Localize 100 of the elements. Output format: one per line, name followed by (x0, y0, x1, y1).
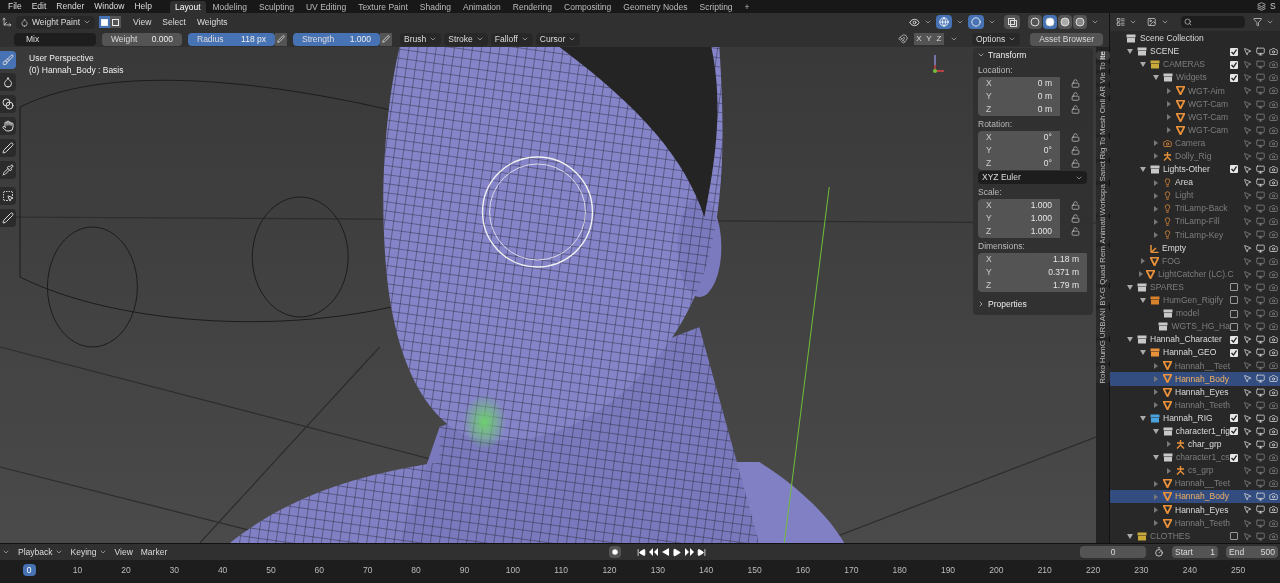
slider-field[interactable]: Strength 1.000 (293, 32, 380, 46)
expanded-triangle-icon[interactable] (1153, 455, 1159, 461)
workspace-tab[interactable]: UV Editing (300, 0, 352, 13)
expanded-triangle-icon[interactable] (1140, 350, 1146, 356)
outliner-row[interactable]: LightCatcher (LC).C (1110, 267, 1280, 281)
workspace-tab[interactable]: Scripting (694, 0, 738, 13)
sidebar-tab[interactable]: AR (1095, 85, 1110, 97)
checkbox[interactable] (1230, 283, 1238, 292)
outliner-row[interactable]: WGT-Cam (1110, 97, 1280, 111)
expanded-triangle-icon[interactable] (1127, 533, 1133, 539)
collapsed-triangle-icon[interactable] (1153, 520, 1158, 526)
workspace-tab[interactable]: Modeling (207, 0, 252, 13)
camera-icon[interactable] (1269, 413, 1278, 423)
outliner-row[interactable]: Empty (1110, 241, 1280, 255)
outliner-row[interactable]: Hannah_GEO (1110, 346, 1280, 360)
checkbox[interactable] (1230, 296, 1238, 305)
expanded-triangle-icon[interactable] (1140, 62, 1146, 68)
lock-icon[interactable] (1071, 79, 1080, 88)
number-field[interactable]: Y 0° (978, 144, 1060, 157)
panel-title[interactable]: Transform (988, 48, 1027, 62)
display-mode-icon[interactable] (1116, 17, 1126, 27)
outliner-row[interactable]: TriLamp-Fill (1110, 215, 1280, 229)
record-button[interactable] (609, 546, 622, 558)
checkbox[interactable] (1230, 165, 1238, 174)
header-menu[interactable]: Weights (196, 15, 228, 29)
lock-icon[interactable] (1071, 214, 1080, 223)
overlay-toggle[interactable] (968, 15, 984, 29)
expand-icon[interactable] (977, 300, 985, 308)
camera-icon[interactable] (1269, 243, 1278, 253)
number-field[interactable]: Y 1.000 (978, 212, 1060, 225)
play-icon[interactable] (672, 547, 682, 557)
outliner-row[interactable]: Hannah__Teet (1110, 477, 1280, 491)
collapsed-triangle-icon[interactable] (1167, 101, 1171, 107)
outliner-row[interactable]: Lights-Other (1110, 162, 1280, 177)
number-field[interactable]: Z 0 m (978, 103, 1060, 116)
checkbox[interactable] (1230, 453, 1238, 462)
visibility-icon[interactable] (909, 16, 920, 28)
tool-button[interactable] (0, 95, 16, 113)
current-frame-field[interactable]: 0 (1080, 546, 1146, 558)
outliner-row[interactable]: WGTS_HG_Ha (1110, 320, 1280, 334)
outliner-row[interactable]: character1_cs (1110, 451, 1280, 465)
outliner-row[interactable]: CLOTHES (1110, 529, 1280, 543)
lock-icon[interactable] (1071, 146, 1080, 155)
tool-button[interactable] (0, 117, 16, 135)
monitor-icon[interactable] (1256, 492, 1265, 502)
outliner-row[interactable]: character1_rig (1110, 424, 1280, 438)
end-frame-field[interactable]: End 500 (1226, 546, 1278, 558)
number-field[interactable]: X 0° (978, 131, 1060, 144)
monitor-icon[interactable] (1256, 243, 1265, 253)
outliner-row[interactable]: Area (1110, 176, 1280, 190)
monitor-icon[interactable] (1256, 413, 1265, 423)
number-field[interactable]: X 1.000 (978, 199, 1060, 212)
outliner-row[interactable]: Hannah_Body (1110, 490, 1280, 504)
menu-item[interactable]: Edit (31, 0, 47, 13)
sidebar-tab[interactable]: Vie (1095, 72, 1110, 84)
number-field[interactable]: Y 0 m (978, 90, 1060, 103)
camera-icon[interactable] (1269, 165, 1278, 174)
lock-icon[interactable] (1071, 133, 1080, 142)
stopwatch-icon[interactable] (1154, 547, 1164, 557)
number-field[interactable]: Z 0° (978, 157, 1060, 170)
axis-gizmo-icon[interactable] (932, 53, 946, 75)
camera-icon[interactable] (1269, 374, 1278, 384)
outliner-row[interactable]: WGT-Cam (1110, 110, 1280, 124)
menu-item[interactable]: File (8, 0, 22, 13)
sidebar-tab[interactable]: To (1095, 61, 1110, 71)
expanded-triangle-icon[interactable] (1140, 415, 1146, 421)
tool-button[interactable] (0, 73, 16, 91)
tool-button[interactable] (0, 209, 16, 227)
number-field[interactable]: Z 1.000 (978, 225, 1060, 238)
outliner-row[interactable]: SCENE (1110, 45, 1280, 59)
outliner-row[interactable]: char_grp (1110, 437, 1280, 451)
timeline-menu[interactable]: Keying (70, 545, 107, 559)
outliner-row[interactable]: HumGen_Rigify (1110, 293, 1280, 307)
outliner-row[interactable]: TriLamp-Key (1110, 228, 1280, 242)
axis-toggle[interactable]: Z (933, 33, 944, 45)
mask-toggle[interactable] (110, 16, 122, 28)
checkbox[interactable] (1230, 47, 1238, 56)
rotation-mode-dropdown[interactable]: XYZ Euler (978, 171, 1087, 184)
workspace-tab[interactable]: + (739, 0, 755, 13)
tool-button[interactable] (0, 139, 16, 157)
outliner-row[interactable]: Dolly_Rig (1110, 149, 1280, 163)
lock-icon[interactable] (1071, 201, 1080, 210)
start-frame-field[interactable]: Start 1 (1172, 546, 1218, 558)
checkbox[interactable] (1230, 348, 1238, 357)
number-field[interactable]: Z 1.79 m (978, 279, 1087, 292)
asset-browser-button[interactable]: Asset Browser (1030, 32, 1103, 46)
checkbox[interactable] (1230, 532, 1238, 541)
options-button[interactable]: Options (971, 32, 1021, 46)
timeline-menu[interactable]: Playback (18, 545, 63, 559)
outliner-row[interactable]: WGT-Cam (1110, 123, 1280, 137)
shading-button[interactable] (1058, 15, 1072, 29)
monitor-icon[interactable] (1256, 387, 1265, 397)
workspace-tab[interactable]: Texture Paint (353, 0, 413, 13)
outliner-row[interactable]: Hannah__Teet (1110, 359, 1280, 373)
monitor-icon[interactable] (1256, 348, 1265, 358)
outliner-row[interactable]: CAMERAS (1110, 58, 1280, 72)
checkbox[interactable] (1230, 73, 1238, 82)
menu-item[interactable]: Render (56, 0, 85, 13)
filter-icon[interactable] (1252, 17, 1262, 27)
expanded-triangle-icon[interactable] (1140, 167, 1146, 172)
